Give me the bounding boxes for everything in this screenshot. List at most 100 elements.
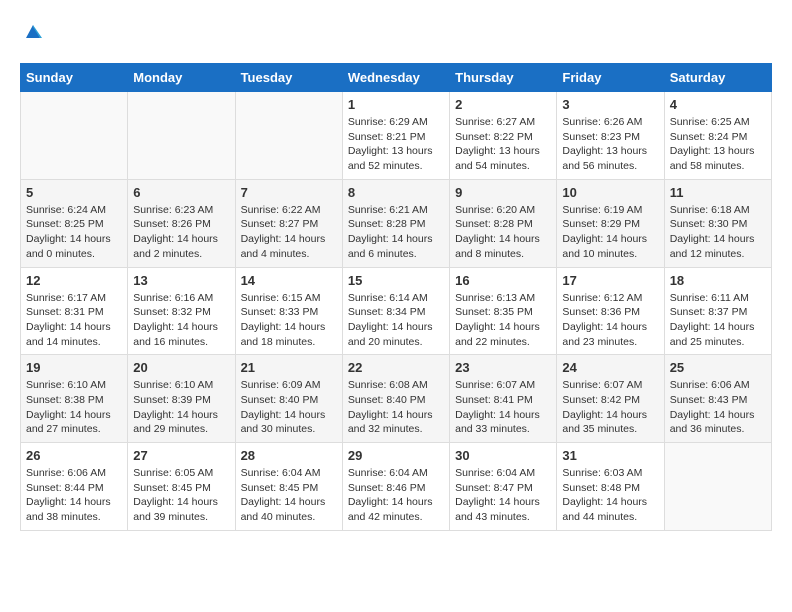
calendar-week-row: 26 Sunrise: 6:06 AMSunset: 8:44 PMDayligh… [21, 443, 772, 531]
day-info: Sunrise: 6:05 AMSunset: 8:45 PMDaylight:… [133, 466, 229, 525]
day-number: 13 [133, 273, 229, 288]
calendar-week-row: 12 Sunrise: 6:17 AMSunset: 8:31 PMDayligh… [21, 267, 772, 355]
calendar-cell: 15 Sunrise: 6:14 AMSunset: 8:34 PMDayligh… [342, 267, 449, 355]
day-number: 20 [133, 360, 229, 375]
page-header [20, 20, 772, 47]
day-number: 16 [455, 273, 551, 288]
calendar-cell: 2 Sunrise: 6:27 AMSunset: 8:22 PMDaylight… [450, 92, 557, 180]
day-info: Sunrise: 6:23 AMSunset: 8:26 PMDaylight:… [133, 203, 229, 262]
col-header-friday: Friday [557, 64, 664, 92]
calendar-cell: 5 Sunrise: 6:24 AMSunset: 8:25 PMDaylight… [21, 179, 128, 267]
calendar-cell: 10 Sunrise: 6:19 AMSunset: 8:29 PMDayligh… [557, 179, 664, 267]
day-number: 12 [26, 273, 122, 288]
day-number: 26 [26, 448, 122, 463]
day-info: Sunrise: 6:07 AMSunset: 8:42 PMDaylight:… [562, 378, 658, 437]
day-info: Sunrise: 6:06 AMSunset: 8:44 PMDaylight:… [26, 466, 122, 525]
calendar-cell: 29 Sunrise: 6:04 AMSunset: 8:46 PMDayligh… [342, 443, 449, 531]
day-number: 5 [26, 185, 122, 200]
day-info: Sunrise: 6:27 AMSunset: 8:22 PMDaylight:… [455, 115, 551, 174]
calendar-cell: 22 Sunrise: 6:08 AMSunset: 8:40 PMDayligh… [342, 355, 449, 443]
day-number: 3 [562, 97, 658, 112]
day-info: Sunrise: 6:18 AMSunset: 8:30 PMDaylight:… [670, 203, 766, 262]
calendar-cell: 28 Sunrise: 6:04 AMSunset: 8:45 PMDayligh… [235, 443, 342, 531]
day-info: Sunrise: 6:21 AMSunset: 8:28 PMDaylight:… [348, 203, 444, 262]
calendar-cell: 20 Sunrise: 6:10 AMSunset: 8:39 PMDayligh… [128, 355, 235, 443]
calendar-cell: 30 Sunrise: 6:04 AMSunset: 8:47 PMDayligh… [450, 443, 557, 531]
col-header-tuesday: Tuesday [235, 64, 342, 92]
calendar-week-row: 1Sunrise: 6:29 AMSunset: 8:21 PMDaylight… [21, 92, 772, 180]
day-number: 17 [562, 273, 658, 288]
calendar-cell: 17 Sunrise: 6:12 AMSunset: 8:36 PMDayligh… [557, 267, 664, 355]
day-number: 6 [133, 185, 229, 200]
day-number: 28 [241, 448, 337, 463]
calendar-cell: 8 Sunrise: 6:21 AMSunset: 8:28 PMDaylight… [342, 179, 449, 267]
day-info: Sunrise: 6:08 AMSunset: 8:40 PMDaylight:… [348, 378, 444, 437]
calendar-table: SundayMondayTuesdayWednesdayThursdayFrid… [20, 63, 772, 531]
logo-text [20, 20, 44, 47]
calendar-cell [235, 92, 342, 180]
day-number: 7 [241, 185, 337, 200]
day-info: Sunrise: 6:09 AMSunset: 8:40 PMDaylight:… [241, 378, 337, 437]
day-info: Sunrise: 6:07 AMSunset: 8:41 PMDaylight:… [455, 378, 551, 437]
day-number: 10 [562, 185, 658, 200]
day-number: 30 [455, 448, 551, 463]
calendar-cell: 26 Sunrise: 6:06 AMSunset: 8:44 PMDayligh… [21, 443, 128, 531]
day-number: 15 [348, 273, 444, 288]
calendar-cell: 16Sunrise: 6:13 AMSunset: 8:35 PMDayligh… [450, 267, 557, 355]
logo-icon [22, 20, 44, 42]
day-info: Sunrise: 6:04 AMSunset: 8:47 PMDaylight:… [455, 466, 551, 525]
day-number: 31 [562, 448, 658, 463]
calendar-cell: 13 Sunrise: 6:16 AMSunset: 8:32 PMDayligh… [128, 267, 235, 355]
day-number: 22 [348, 360, 444, 375]
calendar-cell: 6 Sunrise: 6:23 AMSunset: 8:26 PMDaylight… [128, 179, 235, 267]
calendar-cell: 27 Sunrise: 6:05 AMSunset: 8:45 PMDayligh… [128, 443, 235, 531]
day-number: 8 [348, 185, 444, 200]
calendar-header-row: SundayMondayTuesdayWednesdayThursdayFrid… [21, 64, 772, 92]
day-number: 27 [133, 448, 229, 463]
calendar-cell: 18 Sunrise: 6:11 AMSunset: 8:37 PMDayligh… [664, 267, 771, 355]
day-info: Sunrise: 6:11 AMSunset: 8:37 PMDaylight:… [670, 291, 766, 350]
calendar-cell: 14Sunrise: 6:15 AMSunset: 8:33 PMDayligh… [235, 267, 342, 355]
calendar-cell: 9Sunrise: 6:20 AMSunset: 8:28 PMDaylight… [450, 179, 557, 267]
day-number: 1 [348, 97, 444, 112]
day-info: Sunrise: 6:17 AMSunset: 8:31 PMDaylight:… [26, 291, 122, 350]
day-number: 11 [670, 185, 766, 200]
calendar-week-row: 19Sunrise: 6:10 AMSunset: 8:38 PMDayligh… [21, 355, 772, 443]
col-header-sunday: Sunday [21, 64, 128, 92]
day-number: 23 [455, 360, 551, 375]
day-info: Sunrise: 6:10 AMSunset: 8:39 PMDaylight:… [133, 378, 229, 437]
col-header-wednesday: Wednesday [342, 64, 449, 92]
calendar-cell: 1Sunrise: 6:29 AMSunset: 8:21 PMDaylight… [342, 92, 449, 180]
day-info: Sunrise: 6:14 AMSunset: 8:34 PMDaylight:… [348, 291, 444, 350]
day-number: 25 [670, 360, 766, 375]
col-header-monday: Monday [128, 64, 235, 92]
day-info: Sunrise: 6:04 AMSunset: 8:46 PMDaylight:… [348, 466, 444, 525]
calendar-cell: 31 Sunrise: 6:03 AMSunset: 8:48 PMDayligh… [557, 443, 664, 531]
day-info: Sunrise: 6:16 AMSunset: 8:32 PMDaylight:… [133, 291, 229, 350]
day-info: Sunrise: 6:04 AMSunset: 8:45 PMDaylight:… [241, 466, 337, 525]
day-number: 18 [670, 273, 766, 288]
day-info: Sunrise: 6:15 AMSunset: 8:33 PMDaylight:… [241, 291, 337, 350]
calendar-cell: 4 Sunrise: 6:25 AMSunset: 8:24 PMDaylight… [664, 92, 771, 180]
day-number: 29 [348, 448, 444, 463]
day-info: Sunrise: 6:12 AMSunset: 8:36 PMDaylight:… [562, 291, 658, 350]
calendar-week-row: 5 Sunrise: 6:24 AMSunset: 8:25 PMDaylight… [21, 179, 772, 267]
day-number: 4 [670, 97, 766, 112]
calendar-cell: 23 Sunrise: 6:07 AMSunset: 8:41 PMDayligh… [450, 355, 557, 443]
calendar-cell: 3 Sunrise: 6:26 AMSunset: 8:23 PMDaylight… [557, 92, 664, 180]
day-number: 2 [455, 97, 551, 112]
day-info: Sunrise: 6:26 AMSunset: 8:23 PMDaylight:… [562, 115, 658, 174]
day-info: Sunrise: 6:03 AMSunset: 8:48 PMDaylight:… [562, 466, 658, 525]
calendar-cell: 12 Sunrise: 6:17 AMSunset: 8:31 PMDayligh… [21, 267, 128, 355]
day-number: 9 [455, 185, 551, 200]
day-info: Sunrise: 6:10 AMSunset: 8:38 PMDaylight:… [26, 378, 122, 437]
calendar-cell [21, 92, 128, 180]
day-info: Sunrise: 6:24 AMSunset: 8:25 PMDaylight:… [26, 203, 122, 262]
col-header-saturday: Saturday [664, 64, 771, 92]
day-info: Sunrise: 6:19 AMSunset: 8:29 PMDaylight:… [562, 203, 658, 262]
calendar-cell: 21Sunrise: 6:09 AMSunset: 8:40 PMDayligh… [235, 355, 342, 443]
day-info: Sunrise: 6:25 AMSunset: 8:24 PMDaylight:… [670, 115, 766, 174]
calendar-cell [664, 443, 771, 531]
day-info: Sunrise: 6:06 AMSunset: 8:43 PMDaylight:… [670, 378, 766, 437]
col-header-thursday: Thursday [450, 64, 557, 92]
